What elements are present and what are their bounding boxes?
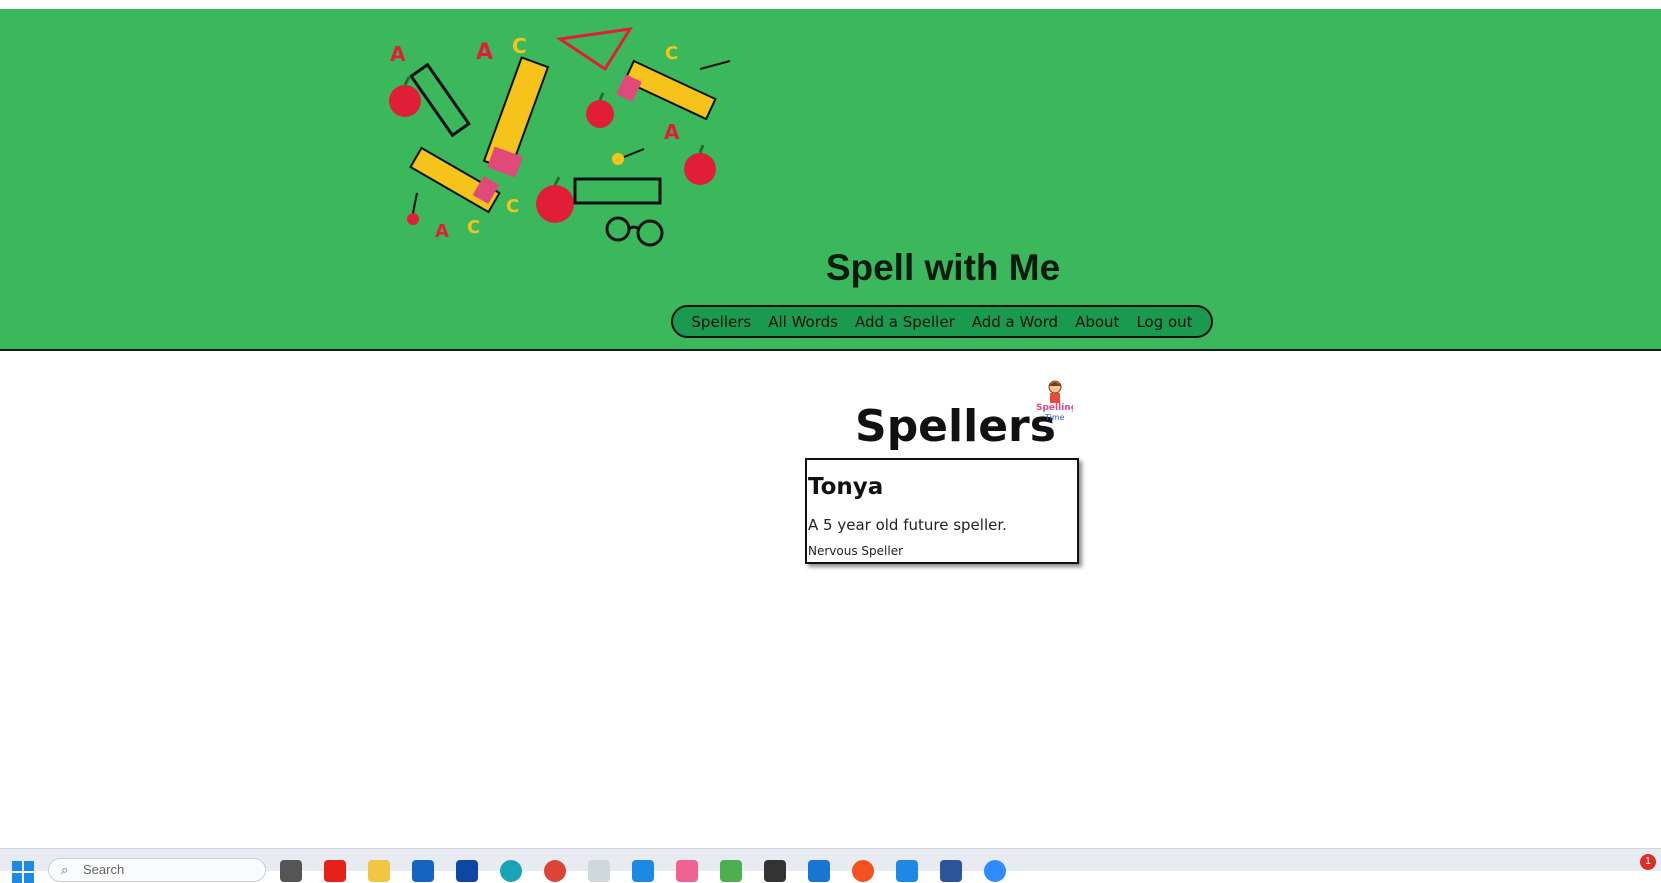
window-top-strip [0, 0, 1661, 9]
windows-taskbar: ⌕ Search 1 [0, 848, 1661, 883]
windows-start-icon[interactable] [12, 861, 34, 883]
terminal-icon[interactable] [764, 860, 786, 882]
photos-icon[interactable] [808, 860, 830, 882]
zoom-icon[interactable] [984, 860, 1006, 882]
svg-text:C: C [512, 34, 527, 58]
mail-icon[interactable] [456, 860, 478, 882]
svg-text:A: A [435, 221, 449, 242]
svg-text:A: A [476, 40, 493, 65]
svg-text:Spelling: Spelling [1036, 403, 1073, 413]
vscode-icon[interactable] [896, 860, 918, 882]
site-title: Spell with Me [825, 247, 1061, 288]
outlook-icon[interactable] [412, 860, 434, 882]
search-icon: ⌕ [61, 862, 69, 877]
taskbar-search-input[interactable]: ⌕ Search [48, 858, 266, 882]
notification-badge[interactable]: 1 [1640, 854, 1656, 870]
file-explorer-icon[interactable] [368, 860, 390, 882]
svg-text:Time: Time [1044, 413, 1065, 422]
school-supplies-banner: A A C C A A C C [389, 27, 731, 247]
speller-name: Tonya [808, 474, 884, 500]
nav-spellers[interactable]: Spellers [691, 313, 751, 331]
store-icon[interactable] [632, 860, 654, 882]
page-title: Spellers [855, 401, 1056, 453]
speller-description: A 5 year old future speller. [808, 516, 1007, 534]
speller-card[interactable]: Tonya A 5 year old future speller. Nervo… [805, 458, 1079, 564]
nav-about[interactable]: About [1075, 313, 1119, 331]
svg-text:A: A [664, 120, 680, 144]
slack-icon[interactable] [720, 860, 742, 882]
svg-text:C: C [506, 196, 519, 217]
notepad-icon[interactable] [588, 860, 610, 882]
svg-text:A: A [390, 42, 406, 66]
nav-add-word[interactable]: Add a Word [972, 313, 1058, 331]
spelling-time-logo: Spelling Time [1036, 380, 1073, 422]
taskview-icon[interactable] [280, 860, 302, 882]
chrome-icon[interactable] [544, 860, 566, 882]
music-icon[interactable] [676, 860, 698, 882]
word-icon[interactable] [940, 860, 962, 882]
speller-status: Nervous Speller [808, 544, 904, 558]
svg-text:C: C [665, 43, 678, 64]
youtube-icon[interactable] [324, 860, 346, 882]
nav-log-out[interactable]: Log out [1136, 313, 1192, 331]
site-header: A A C C A A C C Spell with Me Spellers A… [0, 9, 1661, 351]
nav-add-speller[interactable]: Add a Speller [855, 313, 955, 331]
edge-icon[interactable] [500, 860, 522, 882]
svg-text:C: C [467, 217, 480, 238]
nav-all-words[interactable]: All Words [768, 313, 838, 331]
git-icon[interactable] [852, 860, 874, 882]
main-nav: Spellers All Words Add a Speller Add a W… [671, 305, 1213, 338]
